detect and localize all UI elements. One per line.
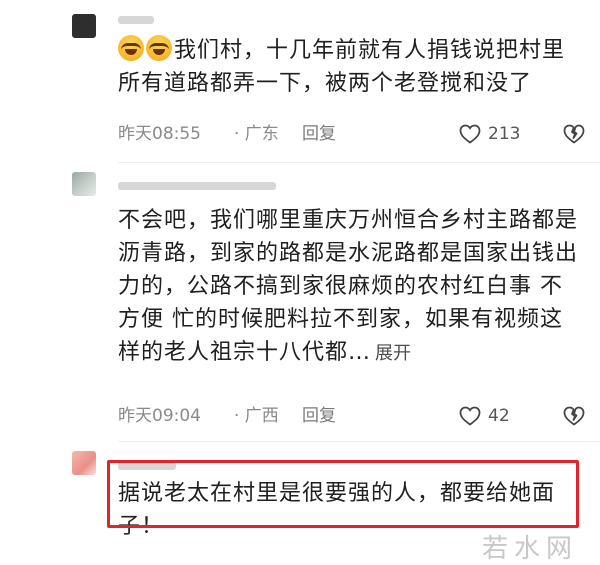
avatar[interactable] <box>72 172 96 196</box>
laugh-cry-emoji-icon <box>146 35 172 61</box>
like-heart-icon <box>459 406 481 426</box>
avatar[interactable] <box>72 451 96 475</box>
reply-button[interactable]: 回复 <box>302 403 336 429</box>
like-count: 213 <box>488 124 521 144</box>
dislike-button[interactable] <box>562 404 586 436</box>
username-blurred[interactable] <box>118 182 276 190</box>
reply-button[interactable]: 回复 <box>302 121 336 147</box>
like-count: 42 <box>488 406 510 426</box>
comment-meta: 昨天09:04 · 广西 回复 42 <box>118 403 588 429</box>
dislike-broken-heart-icon <box>563 406 585 426</box>
username-blurred[interactable] <box>118 16 154 24</box>
comment-region: · 广东 <box>234 124 279 144</box>
comment-region: · 广西 <box>234 406 279 426</box>
like-button[interactable]: 213 <box>458 121 520 147</box>
comment-text: 我们村，十几年前就有人捐钱说把村里所有道路都弄一下，被两个老登搅和没了 <box>118 34 578 100</box>
like-button[interactable]: 42 <box>458 403 510 429</box>
expand-link[interactable]: 展开 <box>375 343 411 364</box>
dislike-broken-heart-icon <box>563 124 585 144</box>
laugh-cry-emoji-icon <box>118 35 144 61</box>
like-heart-icon <box>459 124 481 144</box>
avatar[interactable] <box>72 14 96 38</box>
comment-time: 昨天08:55 <box>118 124 201 144</box>
comment-time: 昨天09:04 <box>118 406 201 426</box>
username-blurred[interactable] <box>118 462 176 470</box>
dislike-button[interactable] <box>562 122 586 154</box>
comment-text: 不会吧，我们哪里重庆万州恒合乡村主路都是沥青路，到家的路都是水泥路都是国家出钱出… <box>118 208 579 365</box>
watermark: 若水网 <box>482 534 579 564</box>
divider <box>118 162 600 163</box>
comment-meta: 昨天08:55 · 广东 回复 213 <box>118 121 588 147</box>
divider <box>118 441 600 442</box>
